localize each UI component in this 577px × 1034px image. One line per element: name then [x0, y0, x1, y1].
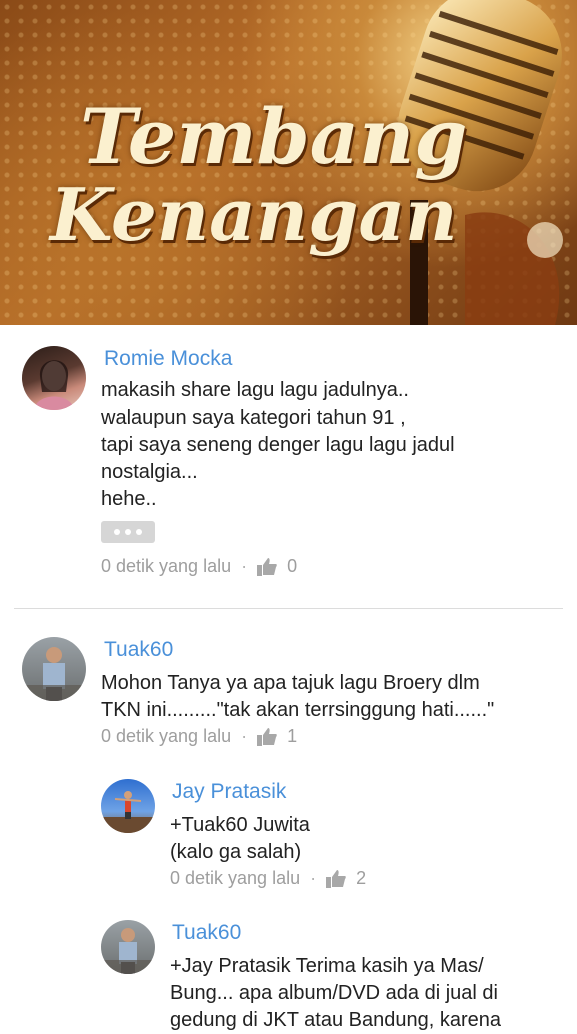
separator-dot: ·	[310, 868, 317, 888]
comment-text-line: hehe..	[101, 488, 157, 510]
banner-title-line2: Kenangan	[50, 172, 458, 257]
comment-text-line: makasih share lagu lagu jadulnya..	[101, 379, 409, 401]
like-count: 1	[287, 726, 298, 746]
avatar[interactable]	[22, 346, 86, 410]
comment-text-line: tapi saya seneng denger lagu lagu jadul	[101, 434, 455, 456]
comment-time: 0 detik yang lalu	[101, 556, 232, 576]
reply-text-line: Bung... apa album/DVD ada di jual di	[170, 982, 498, 1004]
thumbs-up-icon[interactable]	[326, 869, 346, 888]
comment-text-line: TKN ini........."tak akan terrsinggung h…	[101, 699, 495, 721]
comment-meta: 0 detik yang lalu · 0	[101, 556, 297, 577]
video-banner[interactable]: Tembang Kenangan	[0, 0, 577, 325]
avatar[interactable]	[101, 779, 155, 833]
comment-time: 0 detik yang lalu	[101, 726, 232, 746]
comment-text-line: Mohon Tanya ya apa tajuk lagu Broery dlm	[101, 672, 480, 694]
comment-meta: 0 detik yang lalu · 1	[101, 726, 297, 747]
like-count: 0	[287, 556, 298, 576]
thumbs-up-icon[interactable]	[257, 557, 277, 576]
reply-meta: 0 detik yang lalu · 2	[170, 868, 366, 889]
reply-text-line: +Tuak60 Juwita	[170, 814, 310, 836]
comment-text-line: walaupun saya kategori tahun 91 ,	[101, 407, 406, 429]
separator-dot: ·	[241, 556, 248, 576]
avatar-person-icon	[101, 791, 155, 833]
reply-text-line: (kalo ga salah)	[170, 841, 302, 863]
like-count: 2	[356, 868, 367, 888]
comment-text-line: nostalgia...	[101, 461, 198, 483]
avatar[interactable]	[101, 920, 155, 974]
reply-text-line: +Jay Pratasik Terima kasih ya Mas/	[170, 955, 484, 977]
reply-author[interactable]: Jay Pratasik	[172, 780, 286, 804]
avatar-person-icon	[34, 360, 74, 410]
separator-dot: ·	[241, 726, 248, 746]
comment-time: 0 detik yang lalu	[170, 868, 301, 888]
reply-text-line: gedung di JKT atau Bandung, karena	[170, 1009, 501, 1031]
thumbs-up-icon[interactable]	[257, 727, 277, 746]
more-dots-icon[interactable]	[101, 521, 155, 543]
comment-author[interactable]: Romie Mocka	[104, 347, 232, 371]
avatar-person-icon	[101, 928, 155, 974]
avatar[interactable]	[22, 637, 86, 701]
avatar-person-icon	[22, 647, 86, 701]
banner-title-line1: Tembang	[80, 92, 468, 181]
divider	[14, 608, 563, 609]
comment-author[interactable]: Tuak60	[104, 638, 173, 662]
reply-author[interactable]: Tuak60	[172, 921, 241, 945]
